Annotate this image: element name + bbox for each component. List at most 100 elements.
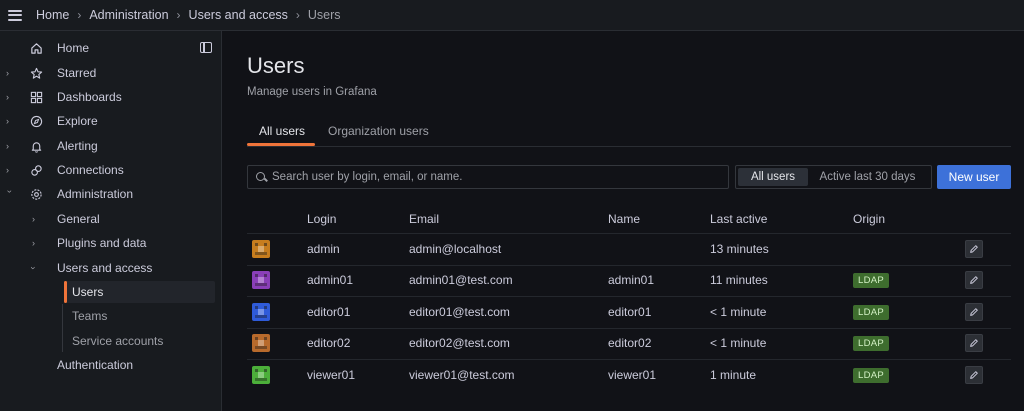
chevron-right-icon[interactable]: › (32, 238, 35, 248)
pencil-icon (969, 275, 979, 285)
sidebar-item-authentication[interactable]: Authentication (0, 355, 222, 375)
column-header-origin[interactable]: Origin (853, 212, 885, 226)
tabs-divider (247, 146, 1011, 147)
sidebar-item-label: Dashboards (57, 90, 122, 104)
tab-all-users[interactable]: All users (259, 124, 305, 138)
avatar (252, 365, 270, 384)
page-title: Users (247, 53, 305, 78)
sidebar-item-plugins-and-data[interactable]: › Plugins and data (0, 233, 222, 253)
cell-last-active: < 1 minute (710, 304, 767, 319)
column-header-last-active[interactable]: Last active (710, 212, 767, 226)
sidebar-item-users-and-access[interactable]: › Users and access (0, 258, 222, 278)
cell-email: editor01@test.com (409, 304, 510, 319)
page-subtitle: Manage users in Grafana (247, 86, 377, 98)
column-header-name[interactable]: Name (608, 212, 640, 226)
column-header-login[interactable]: Login (307, 212, 336, 226)
connections-icon (29, 163, 43, 177)
gear-icon (29, 187, 43, 201)
pencil-icon (969, 370, 979, 380)
breadcrumb-home[interactable]: Home (36, 8, 69, 22)
activity-filter: All users Active last 30 days (735, 165, 932, 189)
star-icon (29, 66, 43, 80)
sidebar-item-service-accounts[interactable]: Service accounts (64, 331, 215, 351)
sidebar-item-teams[interactable]: Teams (64, 306, 215, 326)
chevron-down-icon[interactable]: › (5, 190, 15, 198)
cell-login: admin01 (307, 273, 354, 288)
sidebar-item-starred[interactable]: › Starred (0, 63, 222, 83)
chevron-right-icon[interactable]: › (6, 166, 14, 175)
avatar (252, 334, 270, 353)
breadcrumb-administration[interactable]: Administration (89, 8, 168, 22)
sidebar-item-connections[interactable]: › Connections (0, 160, 222, 180)
tab-organization-users[interactable]: Organization users (328, 124, 429, 138)
sidebar-item-label: General (57, 212, 100, 226)
sidebar-item-label: Authentication (57, 358, 134, 372)
home-icon (29, 41, 43, 55)
sidebar-item-label: Users (72, 285, 104, 299)
breadcrumb-users: Users (307, 8, 341, 22)
edit-user-button[interactable] (965, 239, 983, 258)
cell-last-active: 1 minute (710, 367, 757, 382)
table-row[interactable] (247, 233, 1011, 265)
sidebar-item-label: Explore (57, 114, 98, 128)
chevron-right-icon: › (295, 8, 300, 22)
sidebar-item-label: Connections (57, 163, 124, 177)
cell-last-active: < 1 minute (710, 336, 767, 351)
sidebar-item-explore[interactable]: › Explore (0, 111, 222, 131)
search-field[interactable] (247, 165, 729, 189)
chevron-down-icon[interactable]: › (29, 267, 39, 270)
avatar (252, 271, 270, 290)
origin-badge: LDAP (853, 367, 890, 383)
breadcrumb-users-and-access[interactable]: Users and access (189, 8, 288, 22)
cell-login: editor02 (307, 336, 351, 351)
compass-icon (29, 114, 43, 128)
tree-line (62, 304, 63, 352)
cell-login: editor01 (307, 304, 351, 319)
cell-email: admin01@test.com (409, 273, 513, 288)
bell-icon (29, 139, 43, 153)
origin-badge: LDAP (853, 336, 890, 352)
sidebar-item-label: Starred (57, 66, 97, 80)
cell-last-active: 11 minutes (710, 273, 768, 288)
sidebar-item-home[interactable]: Home (0, 38, 222, 58)
edit-user-button[interactable] (965, 334, 983, 353)
avatar (252, 302, 270, 321)
sidebar: Home › Starred › Dashboards › Explore › … (0, 31, 222, 411)
filter-active-last-30-days[interactable]: Active last 30 days (808, 168, 927, 186)
sidebar-item-dashboards[interactable]: › Dashboards (0, 87, 222, 107)
chevron-right-icon[interactable]: › (32, 214, 35, 224)
chevron-right-icon[interactable]: › (6, 69, 14, 78)
filter-all-users[interactable]: All users (738, 168, 808, 186)
pencil-icon (969, 307, 979, 317)
sidebar-item-label: Plugins and data (57, 236, 147, 250)
column-header-email[interactable]: Email (409, 212, 439, 226)
active-tab-indicator (247, 143, 315, 146)
cell-name: viewer01 (608, 367, 657, 382)
edit-user-button[interactable] (965, 271, 983, 290)
search-input[interactable] (272, 171, 712, 183)
chevron-right-icon: › (77, 8, 82, 22)
cell-name: editor02 (608, 336, 652, 351)
sidebar-item-users[interactable]: Users (64, 282, 215, 302)
sidebar-item-label: Home (57, 41, 90, 55)
chevron-right-icon: › (176, 8, 181, 22)
avatar (252, 239, 270, 258)
new-user-button[interactable]: New user (937, 165, 1011, 189)
sidebar-item-label: Administration (57, 187, 134, 201)
edit-user-button[interactable] (965, 302, 983, 321)
sidebar-item-label: Alerting (57, 139, 98, 153)
dashboards-icon (29, 90, 43, 104)
sidebar-item-administration[interactable]: › Administration (0, 184, 222, 204)
pencil-icon (969, 244, 979, 254)
cell-last-active: 13 minutes (710, 241, 769, 256)
chevron-right-icon[interactable]: › (6, 93, 14, 102)
edit-user-button[interactable] (965, 365, 983, 384)
cell-email: viewer01@test.com (409, 367, 515, 382)
menu-icon[interactable] (8, 9, 22, 21)
cell-email: editor02@test.com (409, 336, 510, 351)
cell-login: viewer01 (307, 367, 356, 382)
chevron-right-icon[interactable]: › (6, 142, 14, 151)
chevron-right-icon[interactable]: › (6, 117, 14, 126)
sidebar-item-general[interactable]: › General (0, 209, 222, 229)
sidebar-item-alerting[interactable]: › Alerting (0, 136, 222, 156)
